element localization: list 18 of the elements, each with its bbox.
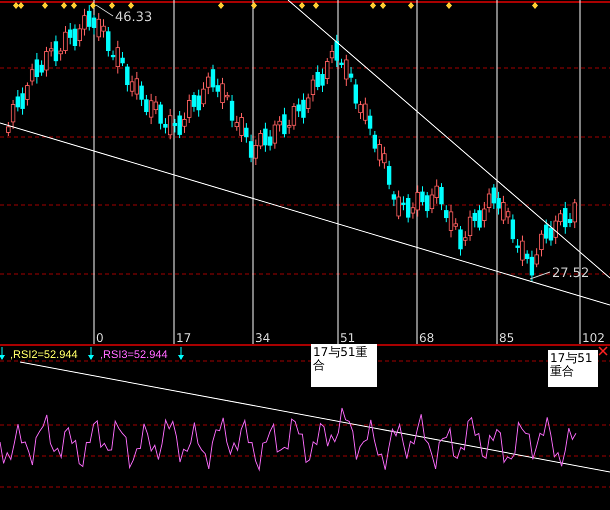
axis-tick-label: 51 — [340, 331, 356, 345]
leader-line — [96, 4, 114, 16]
arrow-icon — [178, 346, 184, 360]
note-label: 17与51重合 — [548, 350, 598, 387]
legend-label: ,RSI3=52.944 — [100, 349, 168, 361]
close-icon[interactable] — [598, 346, 608, 356]
axis-tick-label: 17 — [176, 331, 192, 345]
high-price-label: 46.33 — [115, 10, 152, 25]
axis-tick-label: 102 — [582, 331, 605, 345]
arrow-icon — [88, 346, 94, 360]
axis-tick-label: 85 — [499, 331, 514, 345]
arrow-icon — [0, 346, 5, 360]
legend-label: ,RSI2=52.944 — [10, 349, 78, 361]
leader-line — [530, 272, 550, 280]
axis-tick-label: 0 — [96, 331, 104, 345]
axis-tick-label: 68 — [419, 331, 434, 345]
note-label: 17与51重合 — [311, 344, 377, 387]
axis-tick-label: 34 — [255, 331, 270, 345]
